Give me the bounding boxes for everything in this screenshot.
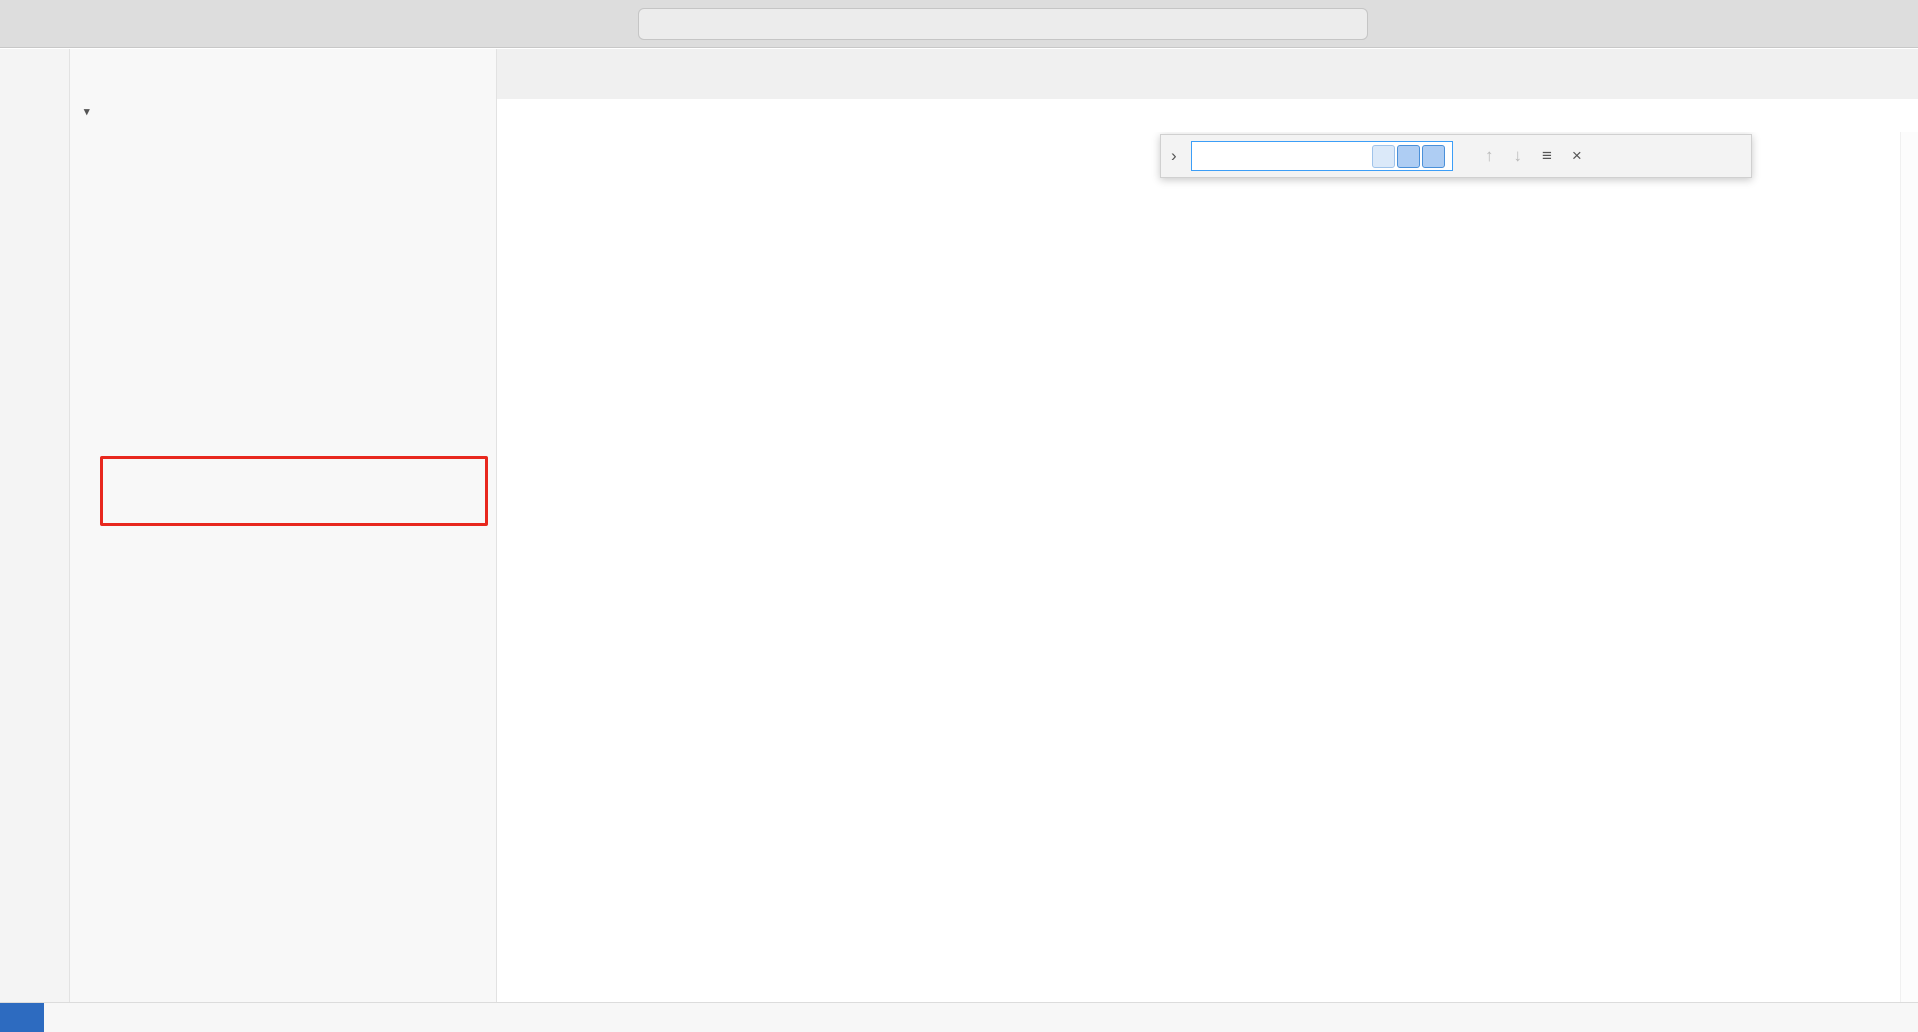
chevron-down-icon: ▾: [84, 105, 90, 118]
regex-toggle[interactable]: [1422, 144, 1445, 168]
close-button[interactable]: [1874, 0, 1918, 48]
vscode-logo-icon: [14, 12, 38, 36]
match-case-toggle[interactable]: [1372, 144, 1395, 168]
breadcrumb: [497, 99, 1918, 132]
find-input[interactable]: [1191, 141, 1453, 171]
previous-match-icon[interactable]: ↑: [1485, 146, 1494, 166]
sidebar: ▾: [70, 49, 497, 1002]
tab-bar: [497, 49, 1918, 99]
whole-word-toggle[interactable]: [1397, 144, 1420, 168]
minimize-button[interactable]: [1786, 0, 1830, 48]
status-bar: [0, 1002, 1918, 1032]
title-bar: [0, 0, 1918, 48]
minimap[interactable]: [1788, 134, 1900, 1002]
command-center-search[interactable]: [638, 8, 1368, 40]
activity-bar: [0, 49, 70, 1002]
toggle-replace-chevron-icon[interactable]: ›: [1171, 146, 1183, 166]
maximize-button[interactable]: [1830, 0, 1874, 48]
close-find-icon[interactable]: ×: [1572, 146, 1582, 166]
project-header[interactable]: ▾: [70, 95, 496, 127]
overview-ruler[interactable]: [1900, 132, 1918, 1002]
code-editor[interactable]: › ↑ ↓ ≡ ×: [497, 132, 1918, 1002]
annotation-box-sidebar: [100, 456, 488, 526]
next-match-icon[interactable]: ↓: [1514, 146, 1523, 166]
find-in-selection-icon[interactable]: ≡: [1542, 146, 1552, 166]
remote-indicator[interactable]: [0, 1002, 44, 1032]
find-widget: › ↑ ↓ ≡ ×: [1160, 134, 1752, 178]
search-icon: [991, 16, 1007, 32]
